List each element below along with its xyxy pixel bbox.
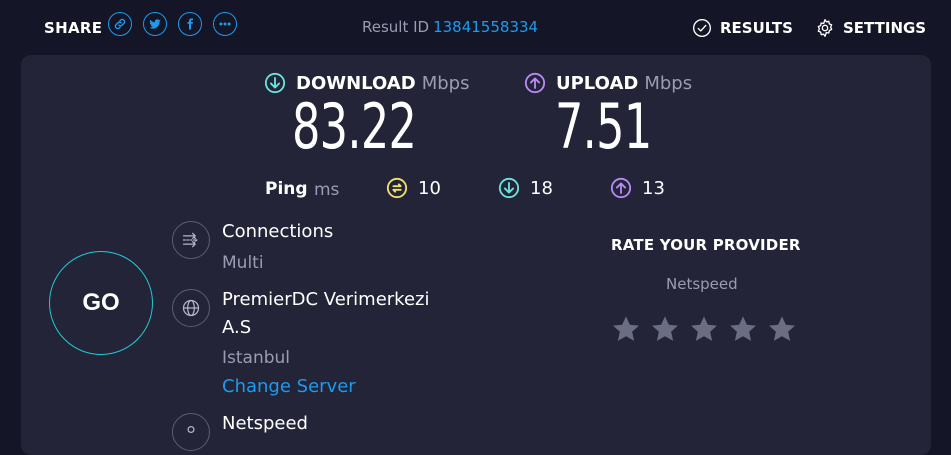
server-name-line2: A.S xyxy=(222,317,252,338)
check-circle-icon xyxy=(692,18,712,38)
result-id: Result ID 13841558334 xyxy=(362,18,538,36)
download-arrow-icon xyxy=(264,72,286,94)
upload-value: 7.51 xyxy=(555,90,652,163)
share-label: SHARE xyxy=(44,19,103,37)
upload-arrow-icon xyxy=(524,72,546,94)
twitter-icon xyxy=(149,19,161,29)
result-id-link[interactable]: 13841558334 xyxy=(433,18,538,36)
star-icon[interactable] xyxy=(688,313,720,345)
ping-download: 18 xyxy=(498,177,553,199)
gear-icon xyxy=(815,18,835,38)
server-location: Istanbul xyxy=(222,348,291,368)
download-unit: Mbps xyxy=(421,72,470,94)
top-bar: SHARE Result ID 13841558334 RESULTS SETT… xyxy=(0,0,951,54)
star-icon[interactable] xyxy=(610,313,642,345)
settings-label: SETTINGS xyxy=(843,19,927,37)
server-name-line1: PremierDC Verimerkezi xyxy=(222,289,430,310)
rating-stars xyxy=(610,313,805,345)
share-facebook-button[interactable] xyxy=(178,12,202,36)
download-value: 83.22 xyxy=(292,90,417,163)
latency-idle-icon xyxy=(386,177,408,199)
star-icon[interactable] xyxy=(727,313,759,345)
download-arrow-icon xyxy=(498,177,520,199)
ping-idle-value: 10 xyxy=(418,177,441,199)
star-icon[interactable] xyxy=(766,313,798,345)
results-label: RESULTS xyxy=(720,19,793,37)
connections-value: Multi xyxy=(222,253,264,273)
ping-unit: ms xyxy=(314,180,340,200)
results-panel xyxy=(21,55,931,455)
link-icon xyxy=(114,18,126,30)
isp-name: Netspeed xyxy=(222,413,308,434)
ping-label: Ping xyxy=(265,179,308,199)
change-server-link[interactable]: Change Server xyxy=(222,376,356,397)
connections-icon xyxy=(172,221,210,259)
globe-icon xyxy=(172,289,210,327)
share-twitter-button[interactable] xyxy=(143,12,167,36)
share-more-button[interactable] xyxy=(213,12,237,36)
result-id-label: Result ID xyxy=(362,18,430,36)
ping-idle: 10 xyxy=(386,177,441,199)
results-nav-button[interactable]: RESULTS xyxy=(692,18,793,38)
ping-download-value: 18 xyxy=(530,177,553,199)
settings-nav-button[interactable]: SETTINGS xyxy=(815,18,926,38)
go-button[interactable]: GO xyxy=(49,251,153,355)
user-icon xyxy=(172,413,210,451)
facebook-icon xyxy=(187,18,193,30)
share-link-button[interactable] xyxy=(108,12,132,36)
ping-upload-value: 13 xyxy=(642,177,665,199)
connections-title: Connections xyxy=(222,221,334,242)
more-icon xyxy=(219,22,231,26)
rate-provider-title: RATE YOUR PROVIDER xyxy=(611,236,801,254)
upload-arrow-icon xyxy=(610,177,632,199)
ping-upload: 13 xyxy=(610,177,665,199)
star-icon[interactable] xyxy=(649,313,681,345)
rate-provider-name: Netspeed xyxy=(666,275,738,293)
